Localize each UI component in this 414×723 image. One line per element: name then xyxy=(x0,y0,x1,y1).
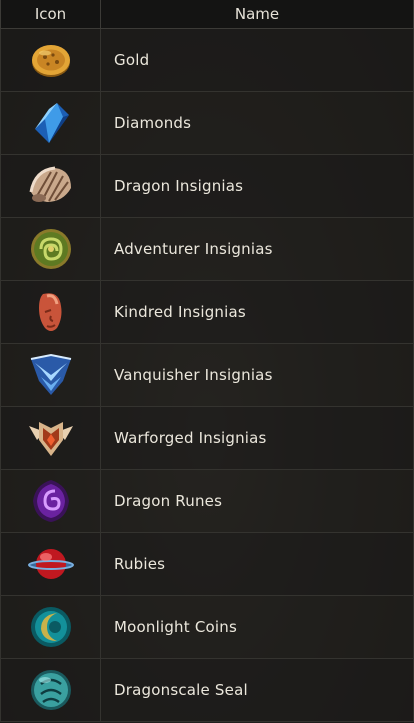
table-row: Rubies xyxy=(0,532,414,596)
currency-name: Adventurer Insignias xyxy=(100,217,414,281)
currency-name: Gold xyxy=(100,28,414,92)
currency-name: Dragon Runes xyxy=(100,469,414,533)
table-header-row: Icon Name xyxy=(0,0,414,29)
table-row: Dragonscale Seal xyxy=(0,658,414,722)
currency-table: Icon Name Gold Diamonds Dragon Insignias… xyxy=(0,0,414,722)
column-header-name: Name xyxy=(100,0,414,29)
table-row: Moonlight Coins xyxy=(0,595,414,659)
face-mask-icon xyxy=(38,293,61,331)
currency-name: Diamonds xyxy=(100,91,414,155)
currency-table-panel: Icon Name Gold Diamonds Dragon Insignias… xyxy=(0,0,414,723)
table-row: Dragon Runes xyxy=(0,469,414,533)
winged-shield-icon xyxy=(28,422,73,456)
shell-icon xyxy=(29,166,71,202)
currency-name: Kindred Insignias xyxy=(100,280,414,344)
gold-coin-icon xyxy=(31,45,70,77)
table-row: Warforged Insignias xyxy=(0,406,414,470)
currency-name: Rubies xyxy=(100,532,414,596)
green-knot-icon xyxy=(30,229,71,269)
currency-name: Moonlight Coins xyxy=(100,595,414,659)
currency-name: Warforged Insignias xyxy=(100,406,414,470)
table-row: Adventurer Insignias xyxy=(0,217,414,281)
table-row: Dragon Insignias xyxy=(0,154,414,218)
table-row: Vanquisher Insignias xyxy=(0,343,414,407)
currency-name: Dragonscale Seal xyxy=(100,658,414,722)
diamond-icon xyxy=(34,103,69,143)
table-row: Kindred Insignias xyxy=(0,280,414,344)
column-header-icon: Icon xyxy=(0,0,101,29)
currency-name: Dragon Insignias xyxy=(100,154,414,218)
currency-name: Vanquisher Insignias xyxy=(100,343,414,407)
table-row: Diamonds xyxy=(0,91,414,155)
ruby-orb-icon xyxy=(27,549,74,579)
moonlight-coin-icon xyxy=(30,607,71,647)
blue-chevron-emblem-icon xyxy=(30,353,71,395)
dragonscale-seal-icon xyxy=(30,670,71,710)
table-row: Gold xyxy=(0,28,414,92)
purple-rune-icon xyxy=(32,480,69,522)
